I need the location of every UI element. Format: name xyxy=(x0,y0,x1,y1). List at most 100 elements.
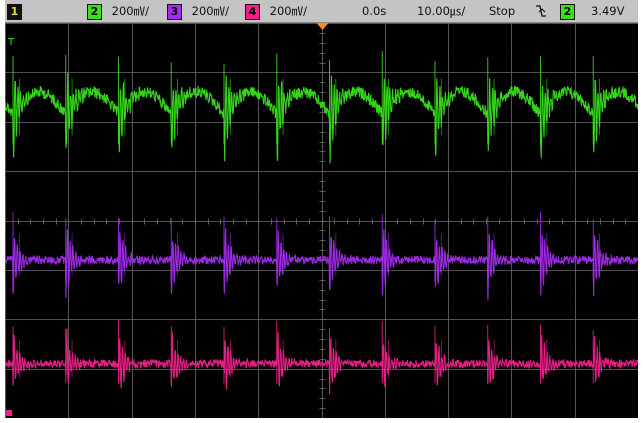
grid-dot xyxy=(448,398,449,399)
grid-dot xyxy=(5,33,6,34)
grid-dot xyxy=(195,398,196,399)
grid-dot xyxy=(5,290,6,291)
grid-dot xyxy=(322,280,323,281)
grid-dot xyxy=(448,181,449,182)
channel-3-scale: 200㎷/ xyxy=(191,4,229,18)
grid-dot xyxy=(132,53,133,54)
grid-dot xyxy=(575,398,576,399)
grid-dot xyxy=(575,240,576,241)
channel-3-indicator[interactable]: 3 200㎷/ xyxy=(167,3,229,20)
channel-1-badge: 1 xyxy=(7,3,22,20)
grid-dot xyxy=(575,82,576,83)
grid-dot xyxy=(575,230,576,231)
grid-dot xyxy=(5,201,6,202)
grid-dot xyxy=(132,63,133,64)
grid-dot xyxy=(195,161,196,162)
channel-1-indicator[interactable]: 1 xyxy=(7,3,22,20)
channel-3-badge: 3 xyxy=(167,3,182,20)
grid-dot xyxy=(132,408,133,409)
grid-dot xyxy=(258,102,259,103)
trigger-level-marker: T xyxy=(7,37,15,48)
grid-dot xyxy=(195,63,196,64)
grid-dot xyxy=(575,280,576,281)
grid-dot xyxy=(322,359,323,360)
grid-dot xyxy=(448,388,449,389)
grid-dot xyxy=(5,92,6,93)
grid-dot xyxy=(5,230,6,231)
grid-dot xyxy=(448,33,449,34)
grid-dot xyxy=(5,82,6,83)
grid-dot xyxy=(195,201,196,202)
grid-dot xyxy=(258,339,259,340)
grid-dot xyxy=(195,339,196,340)
grid-dot xyxy=(68,309,69,310)
grid-dot xyxy=(258,142,259,143)
trigger-source[interactable]: 2 xyxy=(560,3,575,20)
grid-dot xyxy=(448,240,449,241)
grid-dot xyxy=(5,43,6,44)
waveform-plot: T xyxy=(5,23,638,418)
grid-dot xyxy=(511,359,512,360)
grid-dot xyxy=(132,250,133,251)
grid-dot xyxy=(511,201,512,202)
grid-dot xyxy=(448,151,449,152)
grid-dot xyxy=(5,53,6,54)
grid-dot xyxy=(575,161,576,162)
grid-dot xyxy=(448,43,449,44)
waveform-display[interactable]: T xyxy=(5,23,638,418)
grid-dot xyxy=(5,398,6,399)
grid-dot xyxy=(5,112,6,113)
channel-2-badge: 2 xyxy=(87,3,102,20)
channel-4-indicator[interactable]: 4 200㎷/ xyxy=(245,3,307,20)
grid-dot xyxy=(195,43,196,44)
grid-dot xyxy=(322,250,323,251)
grid-dot xyxy=(68,161,69,162)
grid-dot xyxy=(195,132,196,133)
grid-dot xyxy=(195,329,196,330)
grid-dot xyxy=(322,339,323,340)
grid-dot xyxy=(195,151,196,152)
grid-dot xyxy=(322,240,323,241)
grid-dot xyxy=(195,300,196,301)
grid-dot xyxy=(322,112,323,113)
grid-dot xyxy=(575,408,576,409)
grid-dot xyxy=(132,142,133,143)
falling-edge-icon[interactable] xyxy=(535,2,547,18)
grid-dot xyxy=(385,300,386,301)
grid-dot xyxy=(511,63,512,64)
grid-dot xyxy=(385,63,386,64)
grid-dot xyxy=(5,329,6,330)
grid-dot xyxy=(195,33,196,34)
grid-dot xyxy=(448,329,449,330)
run-state[interactable]: Stop xyxy=(489,3,515,19)
grid-dot xyxy=(258,359,259,360)
grid-dot xyxy=(322,408,323,409)
grid-dot xyxy=(132,33,133,34)
grid-dot xyxy=(322,300,323,301)
trigger-position[interactable]: 0.0s xyxy=(362,3,386,19)
trigger-level[interactable]: 3.49V xyxy=(591,3,624,19)
grid-dot xyxy=(5,339,6,340)
grid-dot xyxy=(511,398,512,399)
grid-dot xyxy=(575,388,576,389)
grid-dot xyxy=(448,290,449,291)
grid-dot xyxy=(68,408,69,409)
grid-dot xyxy=(132,191,133,192)
grid-dot xyxy=(68,339,69,340)
grid-dot xyxy=(511,240,512,241)
grid-dot xyxy=(5,211,6,212)
channel-2-indicator[interactable]: 2 200㎷/ xyxy=(87,3,149,20)
grid-dot xyxy=(258,63,259,64)
trigger-position-marker xyxy=(316,23,329,30)
grid-dot xyxy=(5,388,6,389)
timebase[interactable]: 10.00㎲/ xyxy=(417,3,465,19)
grid-dot xyxy=(511,280,512,281)
grid-dot xyxy=(132,151,133,152)
grid-dot xyxy=(511,161,512,162)
grid-dot xyxy=(385,398,386,399)
grid-dot xyxy=(575,142,576,143)
grid-dot xyxy=(511,309,512,310)
grid-dot xyxy=(68,191,69,192)
grid-dot xyxy=(385,82,386,83)
grid-dot xyxy=(448,349,449,350)
